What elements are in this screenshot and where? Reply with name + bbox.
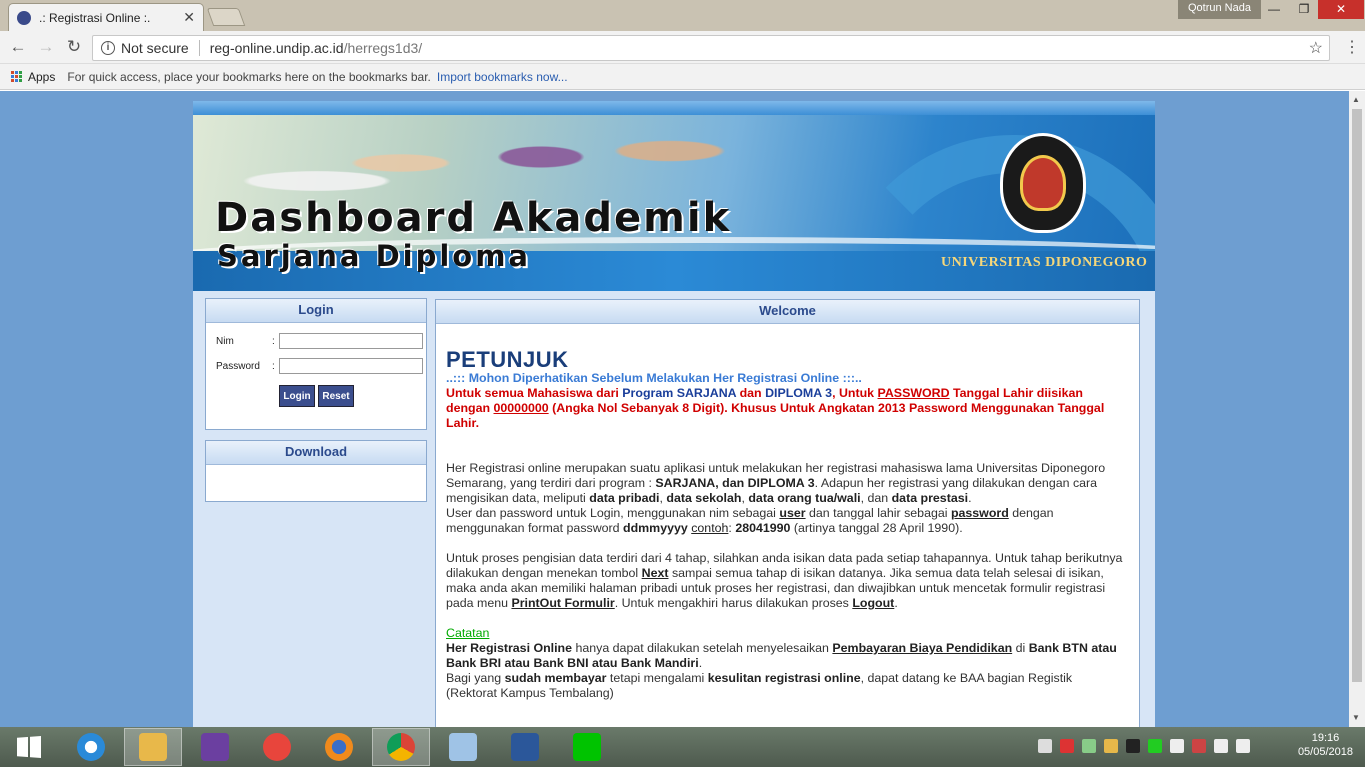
visual-studio-icon[interactable] bbox=[186, 728, 244, 766]
close-tab-icon[interactable]: ✕ bbox=[183, 9, 195, 26]
forward-icon[interactable]: → bbox=[36, 37, 56, 57]
browser-toolbar: ← → ↻ i Not secure reg-online.undip.ac.i… bbox=[0, 31, 1365, 64]
system-tray bbox=[1038, 739, 1250, 753]
password-label: Password bbox=[216, 360, 260, 372]
login-panel: Login Nim : Password : Login Reset bbox=[205, 298, 427, 430]
url-path: /herregs1d3/ bbox=[343, 40, 423, 56]
login-button[interactable]: Login bbox=[279, 385, 315, 407]
line-icon[interactable] bbox=[558, 728, 616, 766]
app-icon[interactable] bbox=[248, 728, 306, 766]
nim-input[interactable] bbox=[278, 333, 423, 349]
catatan-heading: Catatan bbox=[446, 626, 490, 640]
scroll-down-icon[interactable]: ▼ bbox=[1352, 713, 1360, 722]
university-name: UNIVERSITAS DIPONEGORO bbox=[941, 255, 1148, 270]
import-bookmarks-link[interactable]: Import bookmarks now... bbox=[437, 70, 568, 84]
windows-taskbar: 19:16 05/05/2018 bbox=[0, 727, 1365, 767]
intro-paragraph: Her Registrasi online merupakan suatu ap… bbox=[446, 461, 1106, 505]
download-panel: Download bbox=[205, 440, 427, 502]
welcome-panel: Welcome PETUNJUK ..::: Mohon Diperhatika… bbox=[435, 299, 1140, 727]
payment-note: Her Registrasi Online hanya dapat dilaku… bbox=[446, 641, 1117, 670]
page-container: Dashboard Akademik Sarjana Diploma UNIVE… bbox=[193, 101, 1155, 727]
page-viewport: Dashboard Akademik Sarjana Diploma UNIVE… bbox=[0, 91, 1349, 727]
notice-subtitle: ..::: Mohon Diperhatikan Sebelum Melakuk… bbox=[446, 371, 862, 385]
back-icon[interactable]: ← bbox=[8, 37, 28, 57]
start-icon[interactable] bbox=[0, 728, 58, 766]
tool-icon[interactable] bbox=[1104, 739, 1118, 753]
firefox-icon[interactable] bbox=[310, 728, 368, 766]
security-label[interactable]: Not secure bbox=[121, 40, 189, 56]
apps-link[interactable]: Apps bbox=[28, 70, 55, 84]
clock[interactable]: 19:16 05/05/2018 bbox=[1298, 731, 1353, 759]
tab-title: .: Registrasi Online :. bbox=[39, 10, 151, 25]
banner-title: Dashboard Akademik bbox=[215, 195, 732, 241]
power-icon[interactable] bbox=[1170, 739, 1184, 753]
browser-menu-icon[interactable]: ⋮ bbox=[1344, 37, 1360, 57]
computer-icon[interactable] bbox=[434, 728, 492, 766]
update-icon[interactable] bbox=[1082, 739, 1096, 753]
credentials-paragraph: User dan password untuk Login, menggunak… bbox=[446, 506, 1054, 535]
word-icon[interactable] bbox=[496, 728, 554, 766]
divider bbox=[198, 40, 200, 56]
close-window-icon[interactable]: ✕ bbox=[1318, 0, 1364, 19]
info-icon[interactable]: i bbox=[101, 41, 115, 55]
site-favicon-icon bbox=[17, 10, 31, 25]
bookmarks-hint: For quick access, place your bookmarks h… bbox=[67, 69, 431, 84]
help-note: Bagi yang sudah membayar tetapi mengalam… bbox=[446, 671, 1073, 700]
bookmarks-bar: Apps For quick access, place your bookma… bbox=[0, 64, 1365, 90]
new-tab-button[interactable] bbox=[206, 8, 246, 26]
address-bar[interactable]: i Not secure reg-online.undip.ac.id/herr… bbox=[92, 35, 1330, 61]
network-icon[interactable] bbox=[1192, 739, 1206, 753]
password-input[interactable] bbox=[278, 358, 423, 374]
nim-label: Nim bbox=[216, 335, 234, 347]
password-row: Password : bbox=[216, 358, 423, 374]
banner-subtitle: Sarjana Diploma bbox=[217, 239, 532, 273]
password-warning: Untuk semua Mahasiswa dari Program SARJA… bbox=[446, 386, 1105, 430]
app-tray-icon[interactable] bbox=[1126, 739, 1140, 753]
profile-button[interactable]: Qotrun Nada bbox=[1178, 0, 1261, 19]
scroll-thumb[interactable] bbox=[1352, 109, 1362, 682]
signal-icon[interactable] bbox=[1214, 739, 1228, 753]
browser-tab[interactable]: .: Registrasi Online :. ✕ bbox=[8, 3, 204, 31]
colon: : bbox=[272, 360, 275, 372]
page-title: PETUNJUK bbox=[446, 347, 569, 372]
clock-date: 05/05/2018 bbox=[1297, 746, 1353, 758]
university-seal-logo bbox=[1000, 133, 1086, 233]
bookmark-star-icon[interactable]: ☆ bbox=[1309, 38, 1323, 58]
nim-row: Nim : bbox=[216, 333, 423, 349]
colon: : bbox=[272, 335, 275, 347]
nvidia-icon[interactable] bbox=[1148, 739, 1162, 753]
top-strip bbox=[193, 101, 1155, 115]
internet-explorer-icon[interactable] bbox=[62, 728, 120, 766]
scroll-up-icon[interactable]: ▲ bbox=[1352, 95, 1360, 104]
maximize-icon[interactable]: ❐ bbox=[1290, 0, 1318, 19]
chat-icon[interactable] bbox=[1038, 739, 1052, 753]
instructions-content: PETUNJUK ..::: Mohon Diperhatikan Sebelu… bbox=[446, 347, 1126, 701]
minimize-icon[interactable]: — bbox=[1260, 0, 1288, 19]
chrome-icon[interactable] bbox=[372, 728, 430, 766]
download-heading: Download bbox=[206, 441, 426, 465]
header-banner: Dashboard Akademik Sarjana Diploma UNIVE… bbox=[193, 115, 1155, 291]
antivirus-icon[interactable] bbox=[1060, 739, 1074, 753]
page-scrollbar[interactable]: ▲ ▼ bbox=[1349, 91, 1365, 727]
reset-button[interactable]: Reset bbox=[318, 385, 354, 407]
file-explorer-icon[interactable] bbox=[124, 728, 182, 766]
login-heading: Login bbox=[206, 299, 426, 323]
process-paragraph: Untuk proses pengisian data terdiri dari… bbox=[446, 551, 1123, 610]
url-host: reg-online.undip.ac.id bbox=[209, 40, 344, 56]
reload-icon[interactable]: ↻ bbox=[64, 37, 84, 57]
clock-time: 19:16 bbox=[1311, 732, 1340, 744]
volume-icon[interactable] bbox=[1236, 739, 1250, 753]
welcome-heading: Welcome bbox=[436, 300, 1139, 324]
apps-grid-icon[interactable] bbox=[11, 71, 22, 82]
browser-titlebar: .: Registrasi Online :. ✕ Qotrun Nada — … bbox=[0, 0, 1365, 31]
